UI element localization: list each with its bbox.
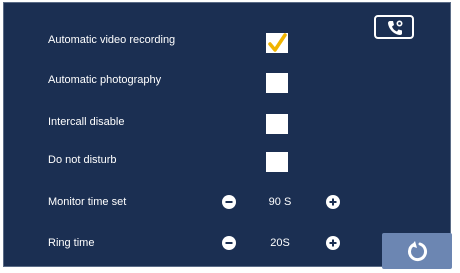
- dnd-label: Do not disturb: [48, 154, 117, 166]
- dnd-checkbox[interactable]: [266, 152, 288, 172]
- ring-increase-button[interactable]: [326, 236, 340, 250]
- minus-circle-icon: [225, 201, 233, 203]
- plus-circle-icon: [329, 239, 337, 247]
- back-arrow-icon: [408, 241, 427, 262]
- intercall-checkbox[interactable]: [266, 114, 288, 134]
- auto-photo-checkbox[interactable]: [266, 73, 288, 93]
- ring-time-value: 20S: [270, 237, 290, 249]
- auto-video-checkbox[interactable]: [266, 33, 288, 53]
- ring-time-label: Ring time: [48, 237, 95, 249]
- intercall-label: Intercall disable: [48, 116, 125, 128]
- ring-decrease-button[interactable]: [222, 236, 236, 250]
- auto-photo-label: Automatic photography: [48, 74, 162, 86]
- check-icon: [268, 33, 287, 52]
- plus-circle-icon: [329, 198, 337, 206]
- monitor-increase-button[interactable]: [326, 195, 340, 209]
- phone-call-icon: [388, 20, 403, 35]
- monitor-time-label: Monitor time set: [48, 196, 127, 208]
- minus-circle-icon: [225, 242, 233, 244]
- settings-panel: Automatic video recording Automatic phot…: [3, 2, 452, 269]
- back-button[interactable]: [382, 233, 452, 269]
- monitor-decrease-button[interactable]: [222, 195, 236, 209]
- call-button[interactable]: [374, 15, 414, 39]
- auto-video-label: Automatic video recording: [48, 34, 176, 46]
- monitor-time-value: 90 S: [268, 196, 292, 208]
